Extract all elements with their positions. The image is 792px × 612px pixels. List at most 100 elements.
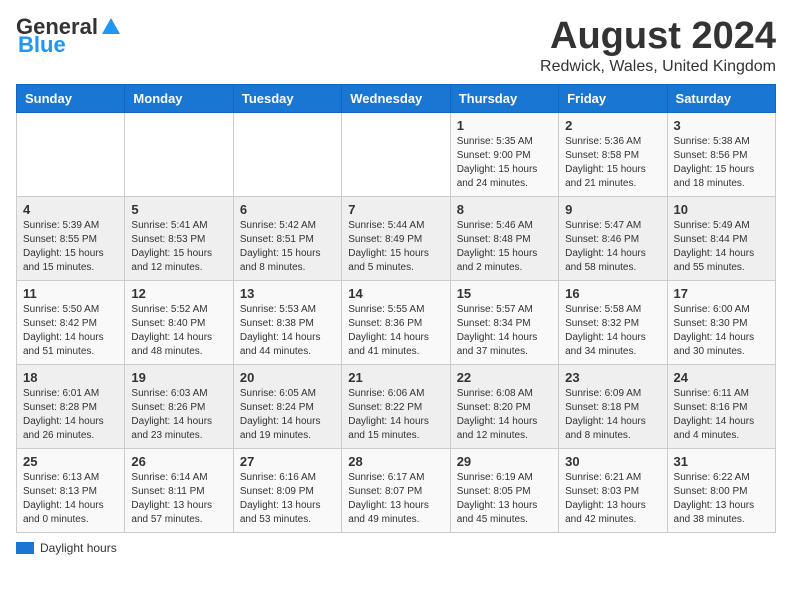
day-number: 13 — [240, 286, 335, 301]
day-number: 22 — [457, 370, 552, 385]
calendar-week-5: 25Sunrise: 6:13 AMSunset: 8:13 PMDayligh… — [17, 448, 776, 532]
day-number: 14 — [348, 286, 443, 301]
calendar-cell: 6 Sunrise: 5:42 AMSunset: 8:51 PMDaylight… — [233, 196, 341, 280]
day-info: Sunrise: 5:55 AMSunset: 8:36 PMDaylight:… — [348, 303, 443, 359]
calendar-cell: 20 Sunrise: 6:05 AMSunset: 8:24 PMDayligh… — [233, 364, 341, 448]
calendar-cell: 3Sunrise: 5:38 AMSunset: 8:56 PMDaylight… — [667, 112, 775, 196]
logo-blue: Blue — [18, 34, 66, 56]
calendar-cell: 8 Sunrise: 5:46 AMSunset: 8:48 PMDaylight… — [450, 196, 558, 280]
day-number: 15 — [457, 286, 552, 301]
header-day-tuesday: Tuesday — [233, 84, 341, 112]
header-day-sunday: Sunday — [17, 84, 125, 112]
header-row: SundayMondayTuesdayWednesdayThursdayFrid… — [17, 84, 776, 112]
day-number: 21 — [348, 370, 443, 385]
day-number: 31 — [674, 454, 769, 469]
calendar-week-1: 1 Sunrise: 5:35 AMSunset: 9:00 PMDaylight… — [17, 112, 776, 196]
legend-color-box — [16, 542, 34, 554]
calendar-cell: 30Sunrise: 6:21 AMSunset: 8:03 PMDayligh… — [559, 448, 667, 532]
day-info: Sunrise: 5:46 AMSunset: 8:48 PMDaylight:… — [457, 219, 552, 275]
day-info: Sunrise: 6:17 AMSunset: 8:07 PMDaylight:… — [348, 471, 443, 527]
day-info: Sunrise: 6:19 AMSunset: 8:05 PMDaylight:… — [457, 471, 552, 527]
calendar-cell: 28 Sunrise: 6:17 AMSunset: 8:07 PMDayligh… — [342, 448, 450, 532]
calendar-week-3: 11 Sunrise: 5:50 AMSunset: 8:42 PMDayligh… — [17, 280, 776, 364]
day-info: Sunrise: 6:14 AMSunset: 8:11 PMDaylight:… — [131, 471, 226, 527]
calendar-cell — [17, 112, 125, 196]
calendar-cell: 16Sunrise: 5:58 AMSunset: 8:32 PMDayligh… — [559, 280, 667, 364]
day-number: 1 — [457, 118, 552, 133]
day-number: 12 — [131, 286, 226, 301]
calendar-cell: 5 Sunrise: 5:41 AMSunset: 8:53 PMDaylight… — [125, 196, 233, 280]
calendar-cell: 2Sunrise: 5:36 AMSunset: 8:58 PMDaylight… — [559, 112, 667, 196]
calendar-cell: 13 Sunrise: 5:53 AMSunset: 8:38 PMDayligh… — [233, 280, 341, 364]
header-day-thursday: Thursday — [450, 84, 558, 112]
calendar-cell: 25Sunrise: 6:13 AMSunset: 8:13 PMDayligh… — [17, 448, 125, 532]
calendar-cell — [233, 112, 341, 196]
calendar-cell: 21Sunrise: 6:06 AMSunset: 8:22 PMDayligh… — [342, 364, 450, 448]
day-number: 27 — [240, 454, 335, 469]
day-info: Sunrise: 5:44 AMSunset: 8:49 PMDaylight:… — [348, 219, 443, 275]
legend: Daylight hours — [16, 541, 776, 555]
calendar-header: SundayMondayTuesdayWednesdayThursdayFrid… — [17, 84, 776, 112]
calendar-cell: 29 Sunrise: 6:19 AMSunset: 8:05 PMDayligh… — [450, 448, 558, 532]
day-info: Sunrise: 5:50 AMSunset: 8:42 PMDaylight:… — [23, 303, 118, 359]
header-day-wednesday: Wednesday — [342, 84, 450, 112]
day-number: 6 — [240, 202, 335, 217]
day-info: Sunrise: 6:05 AMSunset: 8:24 PMDaylight:… — [240, 387, 335, 443]
location: Redwick, Wales, United Kingdom — [540, 58, 776, 76]
calendar-cell: 31Sunrise: 6:22 AMSunset: 8:00 PMDayligh… — [667, 448, 775, 532]
calendar-cell — [342, 112, 450, 196]
calendar-cell: 27 Sunrise: 6:16 AMSunset: 8:09 PMDayligh… — [233, 448, 341, 532]
day-number: 5 — [131, 202, 226, 217]
day-info: Sunrise: 5:42 AMSunset: 8:51 PMDaylight:… — [240, 219, 335, 275]
day-info: Sunrise: 5:39 AMSunset: 8:55 PMDaylight:… — [23, 219, 118, 275]
calendar-cell: 23Sunrise: 6:09 AMSunset: 8:18 PMDayligh… — [559, 364, 667, 448]
day-number: 23 — [565, 370, 660, 385]
calendar-cell: 12 Sunrise: 5:52 AMSunset: 8:40 PMDayligh… — [125, 280, 233, 364]
calendar-cell: 9 Sunrise: 5:47 AMSunset: 8:46 PMDaylight… — [559, 196, 667, 280]
day-info: Sunrise: 5:52 AMSunset: 8:40 PMDaylight:… — [131, 303, 226, 359]
day-info: Sunrise: 5:49 AMSunset: 8:44 PMDaylight:… — [674, 219, 769, 275]
title-block: August 2024 Redwick, Wales, United Kingd… — [540, 16, 776, 76]
calendar-cell: 18Sunrise: 6:01 AMSunset: 8:28 PMDayligh… — [17, 364, 125, 448]
calendar-cell: 26 Sunrise: 6:14 AMSunset: 8:11 PMDayligh… — [125, 448, 233, 532]
day-info: Sunrise: 5:47 AMSunset: 8:46 PMDaylight:… — [565, 219, 660, 275]
day-info: Sunrise: 5:35 AMSunset: 9:00 PMDaylight:… — [457, 135, 552, 191]
calendar-cell: 14 Sunrise: 5:55 AMSunset: 8:36 PMDayligh… — [342, 280, 450, 364]
day-number: 19 — [131, 370, 226, 385]
day-number: 8 — [457, 202, 552, 217]
day-number: 26 — [131, 454, 226, 469]
calendar-cell: 19 Sunrise: 6:03 AMSunset: 8:26 PMDayligh… — [125, 364, 233, 448]
day-info: Sunrise: 6:16 AMSunset: 8:09 PMDaylight:… — [240, 471, 335, 527]
day-number: 3 — [674, 118, 769, 133]
day-number: 24 — [674, 370, 769, 385]
logo-icon — [100, 16, 122, 38]
day-number: 20 — [240, 370, 335, 385]
day-info: Sunrise: 6:08 AMSunset: 8:20 PMDaylight:… — [457, 387, 552, 443]
day-info: Sunrise: 5:53 AMSunset: 8:38 PMDaylight:… — [240, 303, 335, 359]
day-info: Sunrise: 5:41 AMSunset: 8:53 PMDaylight:… — [131, 219, 226, 275]
day-info: Sunrise: 5:57 AMSunset: 8:34 PMDaylight:… — [457, 303, 552, 359]
day-number: 17 — [674, 286, 769, 301]
day-number: 2 — [565, 118, 660, 133]
day-number: 30 — [565, 454, 660, 469]
calendar-cell: 22 Sunrise: 6:08 AMSunset: 8:20 PMDayligh… — [450, 364, 558, 448]
header-day-monday: Monday — [125, 84, 233, 112]
calendar-cell: 10 Sunrise: 5:49 AMSunset: 8:44 PMDayligh… — [667, 196, 775, 280]
month-title: August 2024 — [540, 16, 776, 58]
day-info: Sunrise: 5:58 AMSunset: 8:32 PMDaylight:… — [565, 303, 660, 359]
calendar-cell: 17 Sunrise: 6:00 AMSunset: 8:30 PMDayligh… — [667, 280, 775, 364]
calendar-cell: 7Sunrise: 5:44 AMSunset: 8:49 PMDaylight… — [342, 196, 450, 280]
day-info: Sunrise: 6:00 AMSunset: 8:30 PMDaylight:… — [674, 303, 769, 359]
header-day-friday: Friday — [559, 84, 667, 112]
calendar-week-4: 18Sunrise: 6:01 AMSunset: 8:28 PMDayligh… — [17, 364, 776, 448]
day-number: 28 — [348, 454, 443, 469]
day-number: 9 — [565, 202, 660, 217]
day-number: 11 — [23, 286, 118, 301]
day-info: Sunrise: 6:11 AMSunset: 8:16 PMDaylight:… — [674, 387, 769, 443]
day-number: 10 — [674, 202, 769, 217]
day-number: 29 — [457, 454, 552, 469]
calendar-cell: 15 Sunrise: 5:57 AMSunset: 8:34 PMDayligh… — [450, 280, 558, 364]
legend-label: Daylight hours — [40, 541, 117, 555]
day-info: Sunrise: 6:13 AMSunset: 8:13 PMDaylight:… — [23, 471, 118, 527]
day-info: Sunrise: 6:03 AMSunset: 8:26 PMDaylight:… — [131, 387, 226, 443]
